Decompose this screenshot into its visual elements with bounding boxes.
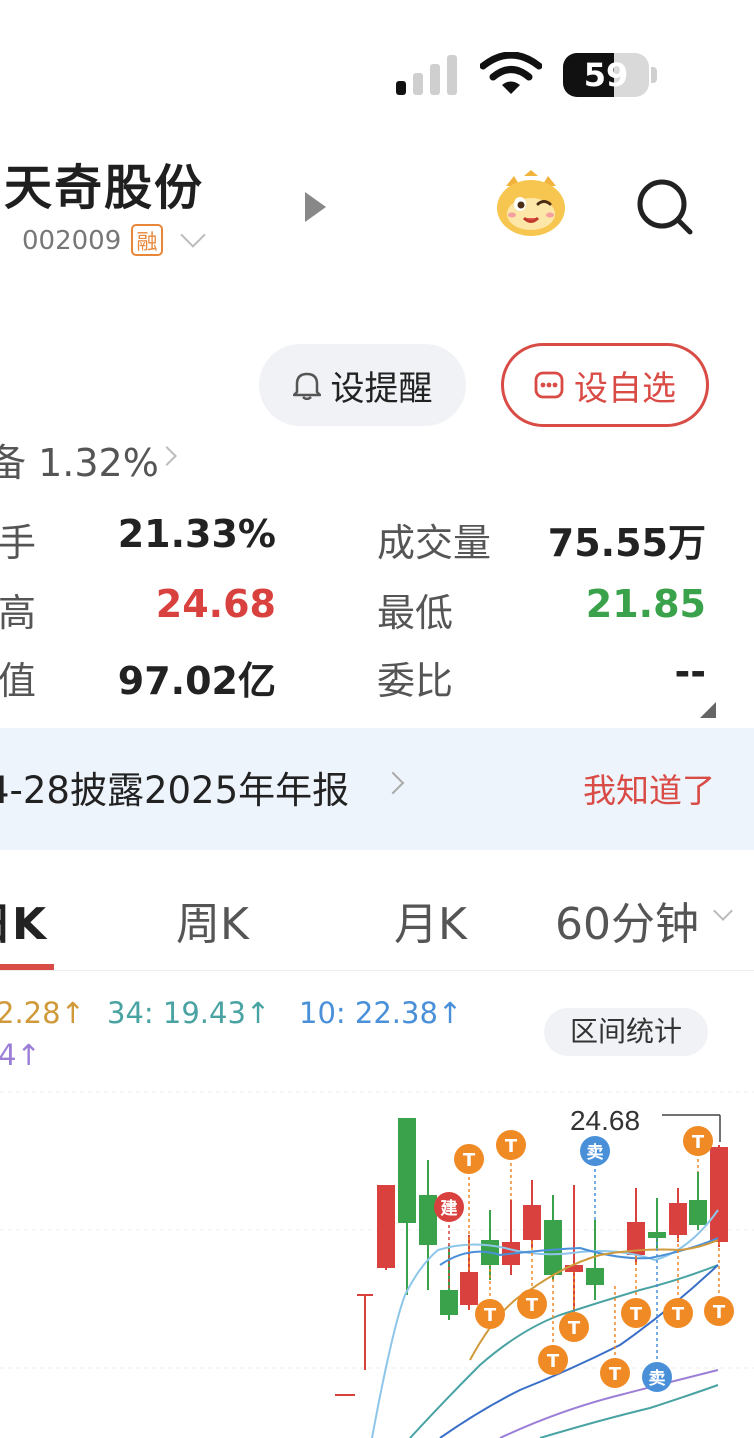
marker-label: T bbox=[568, 1318, 581, 1339]
search-icon[interactable] bbox=[636, 178, 694, 236]
marker-label: T bbox=[505, 1136, 518, 1157]
chevron-right-icon bbox=[157, 446, 177, 466]
candle-body bbox=[544, 1220, 562, 1275]
add-to-watchlist-button[interactable]: 设自选 bbox=[501, 343, 709, 427]
candle-body bbox=[460, 1272, 478, 1305]
set-reminder-button[interactable]: 设提醒 bbox=[259, 344, 466, 426]
ma-legend-item: 34: 19.43↑ bbox=[107, 996, 271, 1030]
tab-60-minute[interactable]: 60分钟 bbox=[555, 888, 699, 952]
marker-label: T bbox=[463, 1150, 476, 1171]
price-change-text[interactable]: 备 1.32% bbox=[0, 432, 159, 487]
range-statistics-button[interactable]: 区间统计 bbox=[544, 1008, 708, 1056]
candle-body bbox=[689, 1200, 707, 1225]
marker-label: T bbox=[526, 1295, 539, 1316]
ma-line bbox=[439, 1264, 719, 1438]
chevron-down-icon[interactable] bbox=[180, 222, 206, 248]
set-reminder-label: 设提醒 bbox=[330, 368, 433, 409]
tab-monthly-k[interactable]: 月K bbox=[394, 888, 467, 952]
quote-label: 成交量 bbox=[377, 521, 492, 565]
cellular-signal-icon bbox=[396, 55, 462, 95]
candle-body bbox=[586, 1268, 604, 1285]
play-icon[interactable] bbox=[305, 192, 326, 222]
marker-label: T bbox=[692, 1132, 705, 1153]
marker-label: T bbox=[547, 1351, 560, 1372]
low-price-value: 21.85 bbox=[585, 582, 706, 626]
market-cap-value: 97.02亿 bbox=[117, 659, 276, 703]
candlestick-chart[interactable]: 24.68 建TT 卖 TT TTTTT 卖T T bbox=[0, 1090, 754, 1438]
active-tab-indicator bbox=[0, 964, 54, 970]
marker-label: T bbox=[713, 1302, 726, 1323]
candle-body bbox=[669, 1203, 687, 1235]
battery-level: 59 bbox=[583, 56, 629, 94]
tab-daily-k[interactable]: 日K bbox=[0, 888, 46, 952]
bell-icon bbox=[292, 372, 321, 400]
candle-body bbox=[419, 1195, 437, 1245]
trade-markers: 建TT 卖 TT TTTTT 卖T T bbox=[434, 1126, 734, 1392]
tab-weekly-k[interactable]: 周K bbox=[176, 888, 249, 952]
candle-body bbox=[523, 1205, 541, 1240]
wifi-icon bbox=[480, 52, 542, 94]
marker-label: T bbox=[672, 1304, 685, 1325]
message-dots-icon bbox=[534, 371, 564, 399]
marker-label: T bbox=[484, 1305, 497, 1326]
marker-label: 卖 bbox=[649, 1368, 666, 1389]
dismiss-notice-button[interactable]: 我知道了 bbox=[583, 764, 715, 812]
quote-label: 委比 bbox=[377, 659, 454, 703]
notice-text[interactable]: 4-28披露2025年年报 bbox=[0, 760, 349, 814]
volume-value: 75.55万 bbox=[547, 521, 706, 565]
order-ratio-value: -- bbox=[674, 650, 706, 694]
quote-label: 值 bbox=[0, 659, 37, 703]
quote-label: 最低 bbox=[377, 591, 454, 635]
quote-label: 手 bbox=[0, 521, 37, 565]
candle-body bbox=[398, 1118, 416, 1223]
high-price-label: 24.68 bbox=[570, 1105, 640, 1136]
marker-label: T bbox=[609, 1364, 622, 1385]
candle-body bbox=[710, 1147, 728, 1242]
candles bbox=[335, 1118, 728, 1396]
mascot-icon[interactable] bbox=[494, 170, 568, 240]
ma-legend-item: 10: 22.38↑ bbox=[299, 996, 463, 1030]
margin-trading-badge: 融 bbox=[131, 224, 163, 256]
high-price-value: 24.68 bbox=[155, 582, 276, 626]
add-to-watchlist-label: 设自选 bbox=[574, 368, 676, 409]
quote-label: 高 bbox=[0, 591, 37, 635]
stock-code: 002009 bbox=[22, 226, 122, 256]
candle-body bbox=[648, 1232, 666, 1238]
ma-legend-item: 2.28↑ bbox=[0, 996, 85, 1030]
status-bar: 59 bbox=[0, 0, 754, 130]
period-tabs: 日K 周K 月K 60分钟 bbox=[0, 858, 754, 971]
marker-label: 卖 bbox=[587, 1142, 604, 1163]
expand-corner-icon[interactable] bbox=[700, 702, 716, 718]
candle-body bbox=[440, 1290, 458, 1315]
battery-tip bbox=[651, 67, 657, 83]
ma-legend-item: 4↑ bbox=[0, 1038, 41, 1072]
turnover-rate-value: 21.33% bbox=[117, 512, 276, 556]
stock-name: 天奇股份 bbox=[4, 160, 205, 216]
marker-label: T bbox=[630, 1304, 643, 1325]
candle-body bbox=[377, 1185, 395, 1268]
marker-label: 建 bbox=[441, 1198, 458, 1219]
battery-icon: 59 bbox=[563, 53, 649, 97]
